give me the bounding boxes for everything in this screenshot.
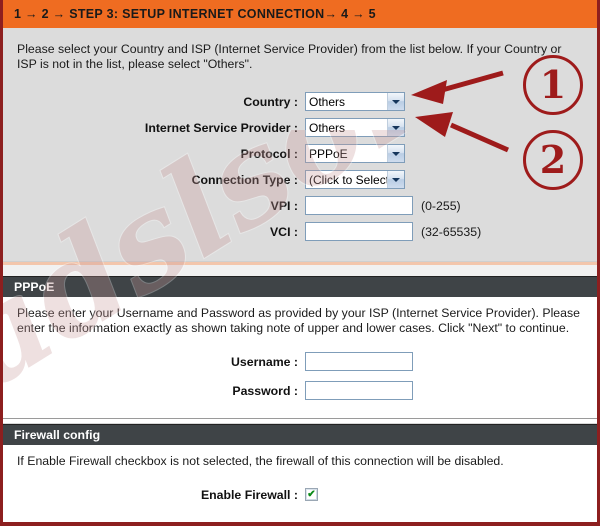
chevron-down-icon[interactable] [387, 171, 404, 188]
checkmark-icon: ✔ [307, 489, 316, 500]
password-input[interactable] [305, 381, 413, 400]
firewall-section-body: If Enable Firewall checkbox is not selec… [3, 445, 597, 522]
password-row: Password : [17, 379, 583, 402]
protocol-row: Protocol : PPPoE [17, 142, 583, 165]
vci-range-hint: (32-65535) [421, 224, 482, 239]
pppoe-section-title: PPPoE [14, 280, 55, 294]
connection-type-label: Connection Type : [191, 172, 298, 187]
pppoe-section-body: Please enter your Username and Password … [3, 297, 597, 418]
chevron-down-icon[interactable] [387, 145, 404, 162]
chevron-down-icon[interactable] [387, 93, 404, 110]
connection-type-select[interactable]: (Click to Select) [305, 170, 405, 189]
firewall-description: If Enable Firewall checkbox is not selec… [17, 454, 504, 468]
vpi-range-hint: (0-255) [421, 198, 461, 213]
wizard-step-header: 1 → 2 → STEP 3: SETUP INTERNET CONNECTIO… [3, 0, 597, 28]
pppoe-section-header: PPPoE [3, 276, 597, 297]
step-header-text: 1 → 2 → STEP 3: SETUP INTERNET CONNECTIO… [14, 7, 376, 21]
protocol-select-value: PPPoE [309, 146, 348, 161]
username-label: Username : [231, 354, 298, 369]
isp-label: Internet Service Provider : [144, 120, 298, 135]
intro-text: Please select your Country and ISP (Inte… [17, 42, 562, 71]
wizard-footer: Back Next Cancel [3, 522, 597, 526]
isp-settings-panel: Please select your Country and ISP (Inte… [3, 28, 597, 261]
connection-type-select-value: (Click to Select) [309, 172, 387, 187]
vci-row: VCI : (32-65535) [17, 220, 583, 243]
router-setup-wizard-page: 1 → 2 → STEP 3: SETUP INTERNET CONNECTIO… [0, 0, 600, 526]
country-select-value: Others [309, 94, 346, 109]
isp-select-value: Others [309, 120, 346, 135]
enable-firewall-label: Enable Firewall : [200, 487, 298, 502]
isp-select[interactable]: Others [305, 118, 405, 137]
enable-firewall-checkbox[interactable]: ✔ [305, 488, 318, 501]
isp-row: Internet Service Provider : Others [17, 116, 583, 139]
pppoe-credentials-form: Username : Password : [17, 350, 583, 402]
firewall-section-title: Firewall config [14, 428, 101, 442]
vpi-label: VPI : [270, 198, 298, 213]
password-label: Password : [232, 383, 298, 398]
country-select[interactable]: Others [305, 92, 405, 111]
vci-input[interactable] [305, 222, 413, 241]
protocol-label: Protocol : [240, 146, 298, 161]
vci-label: VCI : [269, 224, 298, 239]
panel-gap [3, 265, 597, 276]
country-row: Country : Others [17, 90, 583, 113]
username-input[interactable] [305, 352, 413, 371]
enable-firewall-row: Enable Firewall : ✔ [17, 483, 583, 506]
firewall-section-header: Firewall config [3, 424, 597, 445]
vpi-input[interactable] [305, 196, 413, 215]
username-row: Username : [17, 350, 583, 373]
protocol-select[interactable]: PPPoE [305, 144, 405, 163]
annotation-marker-one: 1 [523, 55, 583, 115]
isp-form: Country : Others Internet Service Provid… [17, 90, 583, 243]
connection-type-row: Connection Type : (Click to Select) [17, 168, 583, 191]
chevron-down-icon[interactable] [387, 119, 404, 136]
pppoe-description: Please enter your Username and Password … [17, 306, 580, 335]
country-label: Country : [243, 94, 298, 109]
annotation-marker-two: 2 [523, 130, 583, 190]
vpi-row: VPI : (0-255) [17, 194, 583, 217]
